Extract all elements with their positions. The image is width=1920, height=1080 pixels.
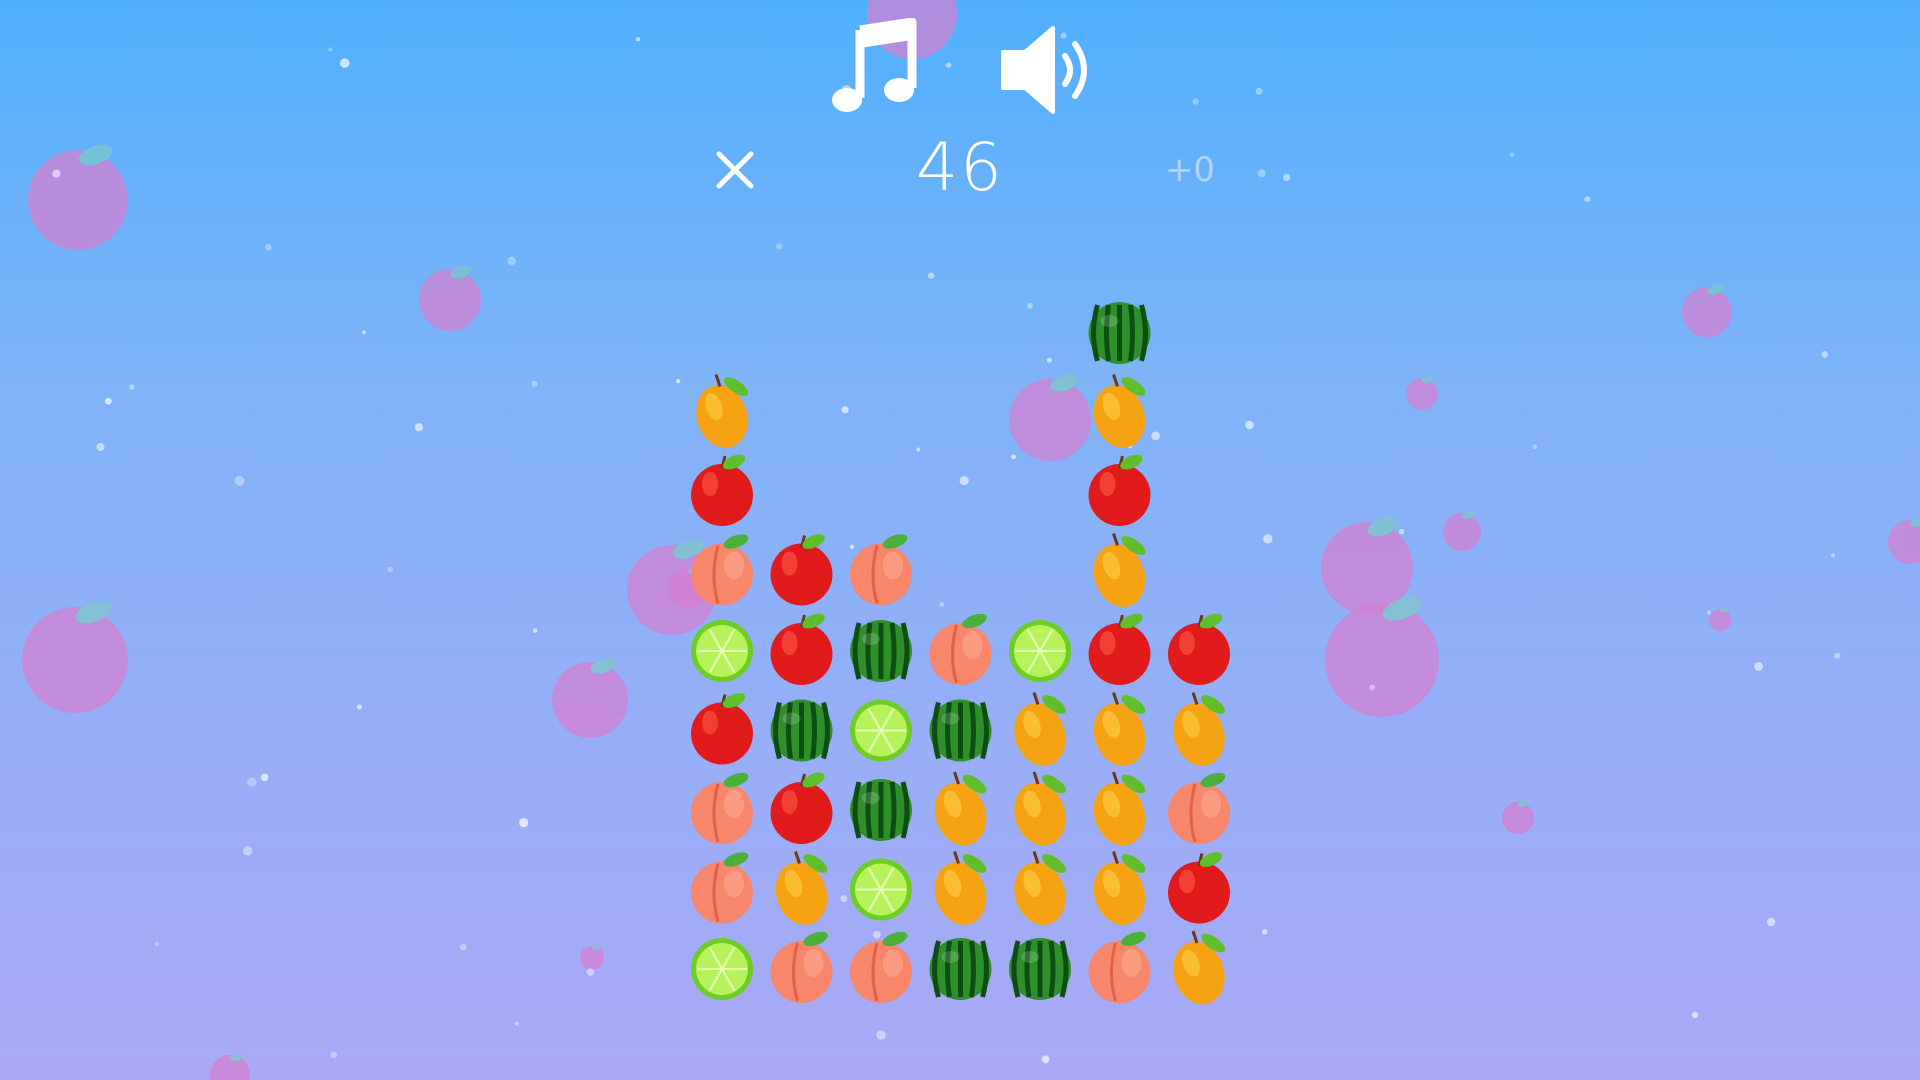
board-cell[interactable]	[927, 771, 994, 852]
lime-icon[interactable]	[850, 699, 912, 762]
peach-icon[interactable]	[691, 849, 753, 924]
board-cell[interactable]	[850, 699, 912, 762]
apple-icon[interactable]	[770, 610, 833, 685]
board-cell[interactable]	[1086, 533, 1153, 614]
mango-icon[interactable]	[1086, 771, 1153, 852]
board-cell[interactable]	[1165, 692, 1232, 773]
mango-icon[interactable]	[927, 771, 994, 852]
board-cell[interactable]	[850, 531, 912, 606]
watermelon-icon[interactable]	[1009, 938, 1071, 1000]
apple-icon[interactable]	[1168, 849, 1230, 924]
board-cell[interactable]	[929, 699, 992, 762]
board-cell[interactable]	[850, 929, 912, 1003]
board-cell[interactable]	[691, 770, 753, 844]
board-cell[interactable]	[688, 374, 755, 455]
board-cell[interactable]	[1009, 938, 1071, 1000]
board-cell[interactable]	[1165, 930, 1232, 1011]
mango-icon[interactable]	[1006, 692, 1073, 773]
lime-icon[interactable]	[691, 620, 753, 682]
board-cell[interactable]	[929, 611, 992, 685]
watermelon-icon[interactable]	[929, 938, 992, 1000]
board-cell[interactable]	[850, 620, 912, 682]
board-cell[interactable]	[1088, 451, 1151, 526]
board-cell[interactable]	[1168, 849, 1230, 924]
board-cell[interactable]	[850, 779, 912, 841]
watermelon-icon[interactable]	[929, 699, 992, 762]
mango-icon[interactable]	[1006, 851, 1073, 932]
board-cell[interactable]	[1168, 770, 1230, 844]
watermelon-icon[interactable]	[850, 620, 912, 682]
peach-icon[interactable]	[850, 531, 912, 606]
board-cell[interactable]	[770, 610, 833, 685]
peach-icon[interactable]	[691, 770, 753, 844]
board-cell[interactable]	[691, 849, 753, 924]
apple-icon[interactable]	[770, 531, 833, 606]
board-cell[interactable]	[691, 938, 753, 1000]
lime-icon[interactable]	[850, 858, 912, 921]
board-cell[interactable]	[850, 858, 912, 921]
board-cell[interactable]	[927, 851, 994, 932]
board-cell[interactable]	[691, 690, 753, 765]
board-cell[interactable]	[1009, 620, 1071, 682]
watermelon-icon[interactable]	[850, 779, 912, 841]
peach-icon[interactable]	[929, 611, 992, 685]
board-cell[interactable]	[1006, 692, 1073, 773]
board-cell[interactable]	[770, 769, 833, 844]
watermelon-icon[interactable]	[770, 699, 833, 762]
mango-icon[interactable]	[1006, 771, 1073, 852]
watermelon-icon[interactable]	[1088, 302, 1151, 364]
peach-icon[interactable]	[850, 929, 912, 1003]
board-cell[interactable]	[691, 620, 753, 682]
board-cell[interactable]	[1088, 610, 1151, 685]
mango-icon[interactable]	[1165, 692, 1232, 773]
mango-icon[interactable]	[1086, 851, 1153, 932]
board-cell[interactable]	[1168, 610, 1230, 685]
mango-icon[interactable]	[1165, 930, 1232, 1011]
mango-icon[interactable]	[688, 374, 755, 455]
peach-icon[interactable]	[691, 531, 753, 606]
lime-icon[interactable]	[1009, 620, 1071, 682]
peach-icon[interactable]	[770, 929, 833, 1003]
board-cell[interactable]	[1086, 851, 1153, 932]
apple-icon[interactable]	[770, 769, 833, 844]
fruit-board	[688, 302, 1232, 1011]
board-cell[interactable]	[1088, 302, 1151, 364]
board-cell[interactable]	[929, 938, 992, 1000]
board-cell[interactable]	[770, 929, 833, 1003]
mango-icon[interactable]	[1086, 533, 1153, 614]
mango-icon[interactable]	[1086, 374, 1153, 455]
mango-icon[interactable]	[927, 851, 994, 932]
apple-icon[interactable]	[1088, 451, 1151, 526]
mango-icon[interactable]	[768, 851, 835, 932]
apple-icon[interactable]	[691, 690, 753, 765]
board-cell[interactable]	[1006, 771, 1073, 852]
board-cell[interactable]	[1088, 929, 1151, 1003]
peach-icon[interactable]	[1168, 770, 1230, 844]
board-cell[interactable]	[691, 531, 753, 606]
board-cell[interactable]	[770, 699, 833, 762]
board-cell[interactable]	[770, 531, 833, 606]
board-cell[interactable]	[1006, 851, 1073, 932]
apple-icon[interactable]	[1168, 610, 1230, 685]
board-cell[interactable]	[1086, 771, 1153, 852]
apple-icon[interactable]	[691, 451, 753, 526]
mango-icon[interactable]	[1086, 692, 1153, 773]
board-cell[interactable]	[691, 451, 753, 526]
board-cell[interactable]	[1086, 692, 1153, 773]
lime-icon[interactable]	[691, 938, 753, 1000]
board-cell[interactable]	[1086, 374, 1153, 455]
peach-icon[interactable]	[1088, 929, 1151, 1003]
apple-icon[interactable]	[1088, 610, 1151, 685]
board-cell[interactable]	[768, 851, 835, 932]
